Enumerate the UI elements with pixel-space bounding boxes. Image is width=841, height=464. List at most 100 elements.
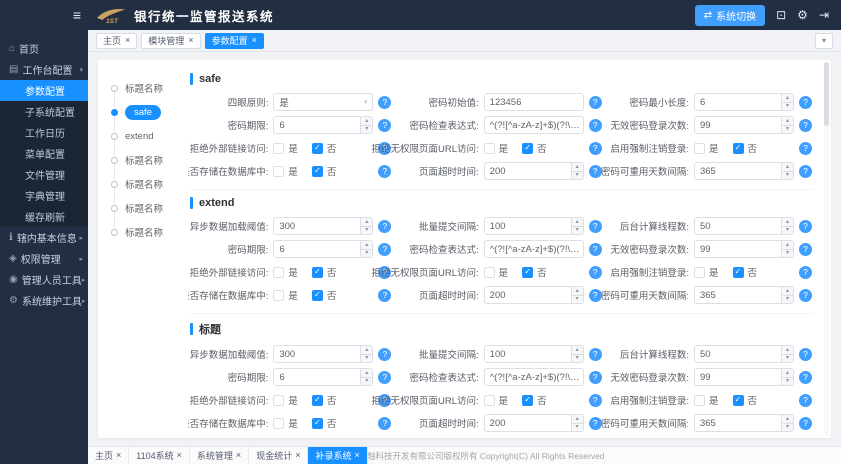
number-input[interactable]: 99▴▾ — [694, 240, 794, 258]
step-item[interactable]: 标题名称 — [110, 148, 188, 172]
sidebar-subitem[interactable]: 缓存刷新 — [0, 206, 88, 227]
step-item[interactable]: 标题名称 — [110, 196, 188, 220]
checkbox-option[interactable]: 是 — [694, 393, 719, 407]
help-icon[interactable]: ? — [589, 289, 602, 302]
step-item[interactable]: 标题名称 — [110, 220, 188, 244]
number-input[interactable]: 100▴▾ — [484, 345, 584, 363]
decrement-icon[interactable]: ▾ — [782, 355, 793, 363]
help-icon[interactable]: ? — [799, 394, 812, 407]
checkbox-option[interactable]: ✓否 — [312, 141, 337, 155]
checkbox-unchecked-icon[interactable] — [273, 166, 284, 177]
checkbox-checked-icon[interactable]: ✓ — [733, 267, 744, 278]
number-input[interactable]: 100▴▾ — [484, 217, 584, 235]
logout-icon[interactable]: ⇥ — [819, 9, 829, 21]
tab-item[interactable]: 参数配置× — [205, 33, 264, 49]
help-icon[interactable]: ? — [378, 165, 391, 178]
checkbox-unchecked-icon[interactable] — [273, 418, 284, 429]
checkbox-checked-icon[interactable]: ✓ — [312, 143, 323, 154]
system-switch-button[interactable]: ⇄ 系统切换 — [695, 5, 765, 26]
help-icon[interactable]: ? — [799, 220, 812, 233]
footer-tab-item[interactable]: 现金统计× — [249, 447, 308, 464]
checkbox-option[interactable]: 是 — [694, 141, 719, 155]
step-item[interactable]: safe — [110, 100, 188, 124]
number-input[interactable]: 6▴▾ — [273, 240, 373, 258]
sidebar-item[interactable]: ▤工作台配置▾ — [0, 59, 88, 80]
help-icon[interactable]: ? — [589, 348, 602, 361]
step-item[interactable]: 标题名称 — [110, 76, 188, 100]
help-icon[interactable]: ? — [589, 220, 602, 233]
close-icon[interactable]: × — [125, 36, 130, 45]
checkbox-unchecked-icon[interactable] — [484, 395, 495, 406]
footer-tab-item[interactable]: 1104系统× — [129, 447, 190, 464]
decrement-icon[interactable]: ▾ — [782, 227, 793, 235]
checkbox-unchecked-icon[interactable] — [273, 290, 284, 301]
checkbox-option[interactable]: ✓否 — [522, 265, 547, 279]
increment-icon[interactable]: ▴ — [572, 163, 583, 172]
increment-icon[interactable]: ▴ — [782, 94, 793, 103]
decrement-icon[interactable]: ▾ — [572, 296, 583, 304]
increment-icon[interactable]: ▴ — [782, 369, 793, 378]
number-input[interactable]: 50▴▾ — [694, 345, 794, 363]
increment-icon[interactable]: ▴ — [361, 117, 372, 126]
checkbox-checked-icon[interactable]: ✓ — [522, 267, 533, 278]
checkbox-option[interactable]: ✓否 — [312, 393, 337, 407]
tab-item[interactable]: 主页× — [96, 33, 137, 49]
checkbox-checked-icon[interactable]: ✓ — [522, 143, 533, 154]
decrement-icon[interactable]: ▾ — [782, 296, 793, 304]
decrement-icon[interactable]: ▾ — [782, 378, 793, 386]
checkbox-checked-icon[interactable]: ✓ — [312, 290, 323, 301]
text-input[interactable]: ^(?![^a-zA-z]+$)(?!\D+$)[0-9A-Za-z] — [484, 240, 584, 258]
number-input[interactable]: 300▴▾ — [273, 345, 373, 363]
checkbox-unchecked-icon[interactable] — [694, 143, 705, 154]
checkbox-option[interactable]: ✓否 — [733, 141, 758, 155]
checkbox-checked-icon[interactable]: ✓ — [733, 143, 744, 154]
checkbox-option[interactable]: 是 — [484, 393, 509, 407]
settings-gear-icon[interactable]: ⚙ — [797, 9, 808, 21]
number-input[interactable]: 200▴▾ — [484, 162, 584, 180]
close-icon[interactable]: × — [116, 451, 121, 460]
help-icon[interactable]: ? — [589, 142, 602, 155]
decrement-icon[interactable]: ▾ — [361, 227, 372, 235]
checkbox-unchecked-icon[interactable] — [273, 395, 284, 406]
decrement-icon[interactable]: ▾ — [782, 103, 793, 111]
decrement-icon[interactable]: ▾ — [572, 227, 583, 235]
checkbox-option[interactable]: ✓否 — [733, 265, 758, 279]
increment-icon[interactable]: ▴ — [572, 218, 583, 227]
checkbox-checked-icon[interactable]: ✓ — [312, 267, 323, 278]
help-icon[interactable]: ? — [589, 417, 602, 430]
increment-icon[interactable]: ▴ — [361, 346, 372, 355]
help-icon[interactable]: ? — [589, 165, 602, 178]
number-input[interactable]: 365▴▾ — [694, 414, 794, 432]
fullscreen-icon[interactable]: ⊡ — [776, 9, 786, 21]
decrement-icon[interactable]: ▾ — [361, 250, 372, 258]
decrement-icon[interactable]: ▾ — [572, 424, 583, 432]
scrollbar-thumb[interactable] — [824, 62, 829, 126]
decrement-icon[interactable]: ▾ — [572, 355, 583, 363]
help-icon[interactable]: ? — [378, 220, 391, 233]
checkbox-unchecked-icon[interactable] — [273, 267, 284, 278]
increment-icon[interactable]: ▴ — [782, 415, 793, 424]
help-icon[interactable]: ? — [378, 96, 391, 109]
decrement-icon[interactable]: ▾ — [782, 172, 793, 180]
sidebar-subitem[interactable]: 参数配置 — [0, 80, 88, 101]
checkbox-option[interactable]: 是 — [273, 164, 298, 178]
help-icon[interactable]: ? — [799, 243, 812, 256]
checkbox-checked-icon[interactable]: ✓ — [312, 418, 323, 429]
number-input[interactable]: 99▴▾ — [694, 116, 794, 134]
checkbox-option[interactable]: ✓否 — [312, 164, 337, 178]
help-icon[interactable]: ? — [799, 289, 812, 302]
sidebar-item[interactable]: ◈权限管理▸ — [0, 248, 88, 269]
checkbox-option[interactable]: 是 — [484, 265, 509, 279]
number-input[interactable]: 50▴▾ — [694, 217, 794, 235]
help-icon[interactable]: ? — [589, 266, 602, 279]
close-icon[interactable]: × — [354, 451, 359, 460]
increment-icon[interactable]: ▴ — [361, 218, 372, 227]
help-icon[interactable]: ? — [799, 119, 812, 132]
sidebar-subitem[interactable]: 子系统配置 — [0, 101, 88, 122]
checkbox-option[interactable]: ✓否 — [312, 416, 337, 430]
scrollbar[interactable] — [824, 62, 829, 436]
checkbox-option[interactable]: ✓否 — [733, 393, 758, 407]
help-icon[interactable]: ? — [589, 243, 602, 256]
text-input[interactable]: ^(?![^a-zA-z]+$)(?!\D+$)[0-9A-Za-z] — [484, 116, 584, 134]
increment-icon[interactable]: ▴ — [782, 346, 793, 355]
